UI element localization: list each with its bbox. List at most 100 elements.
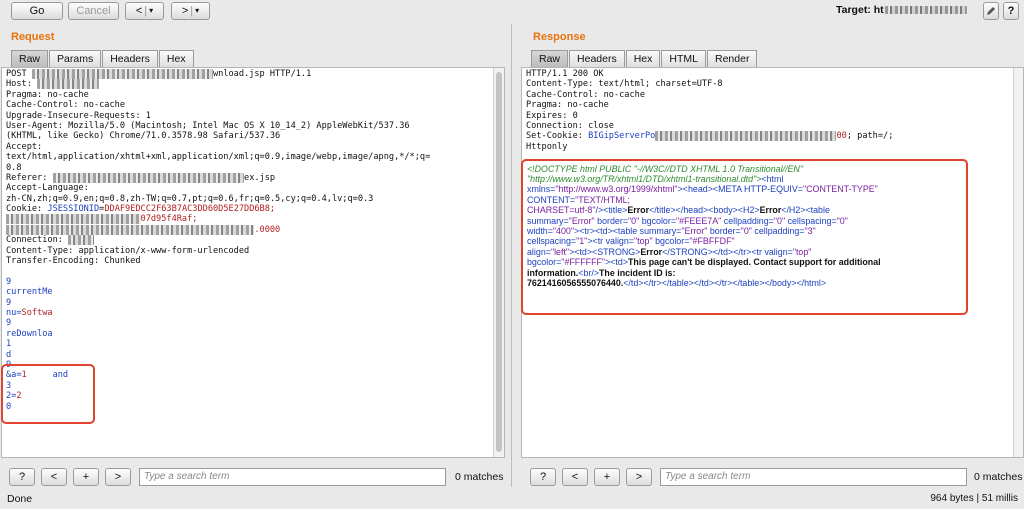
code-token: reDownloa — [6, 328, 53, 339]
code-token: Pragma: no-cache — [6, 89, 89, 100]
request-help-button[interactable]: ? — [9, 468, 35, 486]
code-token: ex.jsp — [244, 172, 276, 183]
redacted-text: xxxxxxxxxxxx — [37, 79, 100, 90]
code-token: HTTP/1.1 200 OK — [526, 69, 604, 79]
code-token: 1 — [6, 339, 12, 350]
request-line: Accept: — [6, 142, 504, 152]
code-token: 00 — [836, 131, 847, 142]
response-prev-button[interactable]: < — [562, 468, 588, 486]
request-line: xxxxxxxxxxxxxxxxxxxxxxxxxx07d95f4Raf; — [6, 214, 504, 225]
request-line: Connection: xxxxx — [6, 235, 504, 246]
code-token: Connection: close — [526, 120, 614, 131]
tab-request-raw[interactable]: Raw — [11, 50, 49, 67]
tab-request-headers[interactable]: Headers — [102, 50, 158, 67]
request-tabs: Raw Params Headers Hex — [11, 50, 195, 67]
response-header-line: HTTP/1.1 200 OK — [526, 69, 1023, 79]
code-token: POST — [6, 69, 32, 79]
code-token: Set-Cookie: — [526, 131, 589, 142]
code-token: 9 — [6, 297, 12, 308]
request-line: 9 — [6, 277, 504, 287]
request-title: Request — [11, 31, 55, 43]
response-header-line: Pragma: no-cache — [526, 100, 1023, 110]
response-header-line: Set-Cookie: BIGipServerPoxxxxxxxxxxxxxxx… — [526, 131, 1023, 142]
forward-button[interactable]: > | ▾ — [171, 2, 210, 20]
request-line: Upgrade-Insecure-Requests: 1 — [6, 111, 504, 121]
request-line: nu=Softwa — [6, 308, 504, 318]
request-scrollbar[interactable] — [493, 68, 504, 457]
response-header-line: Connection: close — [526, 121, 1023, 131]
cancel-button[interactable]: Cancel — [68, 2, 119, 20]
request-line — [6, 266, 504, 276]
code-token: User-Agent: Mozilla/5.0 (Macintosh; Inte… — [6, 120, 410, 131]
response-search-input[interactable]: Type a search term — [660, 468, 967, 486]
code-token: zh-CN,zh;q=0.9,en;q=0.8,zh-TW;q=0.7,pt;q… — [6, 193, 374, 204]
request-body: POST xxxxxxxxxxxxxxxxxxxxxxxxxxxxxxxxxxx… — [2, 68, 504, 412]
code-token: Cookie: — [6, 204, 48, 215]
request-add-button[interactable]: + — [73, 468, 99, 486]
response-headers: HTTP/1.1 200 OK Content-Type: text/html; … — [522, 68, 1023, 152]
request-prev-button[interactable]: < — [41, 468, 67, 486]
code-token: Content-Type: application/x-www-form-url… — [6, 245, 250, 256]
code-token: text/html,application/xhtml+xml,applicat… — [6, 152, 431, 163]
request-line: 9 — [6, 318, 504, 328]
help-button[interactable]: ? — [1003, 2, 1019, 20]
request-highlight-box — [1, 364, 95, 424]
code-token: Accept: — [6, 141, 43, 152]
tab-request-hex[interactable]: Hex — [158, 50, 194, 67]
request-line: xxxxxxxxxxxxxxxxxxxxxxxxxxxxxxxxxxxxxxxx… — [6, 224, 504, 235]
request-line: Cache-Control: no-cache — [6, 100, 504, 110]
tab-response-headers[interactable]: Headers — [569, 50, 625, 67]
response-header-line: Cache-Control: no-cache — [526, 90, 1023, 100]
response-title: Response — [533, 31, 586, 43]
tab-response-raw[interactable]: Raw — [531, 50, 569, 67]
request-line: 1 — [6, 339, 504, 349]
code-token: ; path=/; — [846, 131, 894, 142]
code-token: 07d95f4Raf; — [140, 214, 198, 225]
code-token: d — [6, 349, 12, 360]
redacted-text: xxxxxxxxxxxxxxxxxxxxxxxxxxxxxxxxxxxxxxxx… — [6, 224, 255, 235]
request-line: 0.8 — [6, 163, 504, 173]
target-host-redacted — [884, 6, 967, 15]
response-matches-count: 0 matches — [974, 471, 1023, 483]
response-header-line: Content-Type: text/html; charset=UTF-8 — [526, 79, 1023, 89]
pencil-icon — [987, 7, 995, 15]
response-size-timing: 964 bytes | 51 millis — [930, 493, 1018, 504]
code-token: Content-Type: text/html; charset=UTF-8 — [526, 79, 723, 90]
back-arrow: < — [135, 5, 143, 17]
response-highlight-box — [521, 159, 968, 315]
go-button[interactable]: Go — [11, 2, 63, 20]
response-header-line: Expires: 0 — [526, 111, 1023, 121]
response-scrollbar[interactable] — [1013, 68, 1023, 457]
tab-response-render[interactable]: Render — [707, 50, 758, 67]
response-header-line: Httponly — [526, 142, 1023, 152]
code-token: Cache-Control: no-cache — [526, 89, 645, 100]
code-token: 9 — [6, 276, 12, 287]
request-search-input[interactable]: Type a search term — [139, 468, 446, 486]
redacted-text: xxxxxxxxxxxxxxxxxxxxxxxxxx — [6, 214, 141, 225]
tab-response-hex[interactable]: Hex — [625, 50, 661, 67]
code-token: nu= — [6, 307, 22, 318]
request-line: Transfer-Encoding: Chunked — [6, 256, 504, 266]
pane-divider[interactable] — [511, 24, 512, 487]
response-help-button[interactable]: ? — [530, 468, 556, 486]
tab-response-html[interactable]: HTML — [661, 50, 706, 67]
request-line: POST xxxxxxxxxxxxxxxxxxxxxxxxxxxxxxxxxxx… — [6, 69, 504, 79]
code-token: currentMe — [6, 287, 53, 298]
request-scroll-thumb[interactable] — [496, 72, 502, 452]
edit-target-button[interactable] — [983, 2, 999, 20]
code-token: JSESSIONID — [47, 204, 100, 215]
status-text: Done — [7, 493, 33, 505]
code-token: Referer: — [6, 172, 53, 183]
code-token: Pragma: no-cache — [526, 100, 609, 111]
response-next-button[interactable]: > — [626, 468, 652, 486]
tab-request-params[interactable]: Params — [49, 50, 102, 67]
request-line: text/html,application/xhtml+xml,applicat… — [6, 152, 504, 162]
back-button[interactable]: < | ▾ — [125, 2, 164, 20]
request-next-button[interactable]: > — [105, 468, 131, 486]
request-line: Content-Type: application/x-www-form-url… — [6, 246, 504, 256]
request-line: reDownloa — [6, 329, 504, 339]
request-line: User-Agent: Mozilla/5.0 (Macintosh; Inte… — [6, 121, 504, 131]
response-add-button[interactable]: + — [594, 468, 620, 486]
redacted-text: xxxxx — [68, 235, 94, 246]
request-line: 9 — [6, 298, 504, 308]
